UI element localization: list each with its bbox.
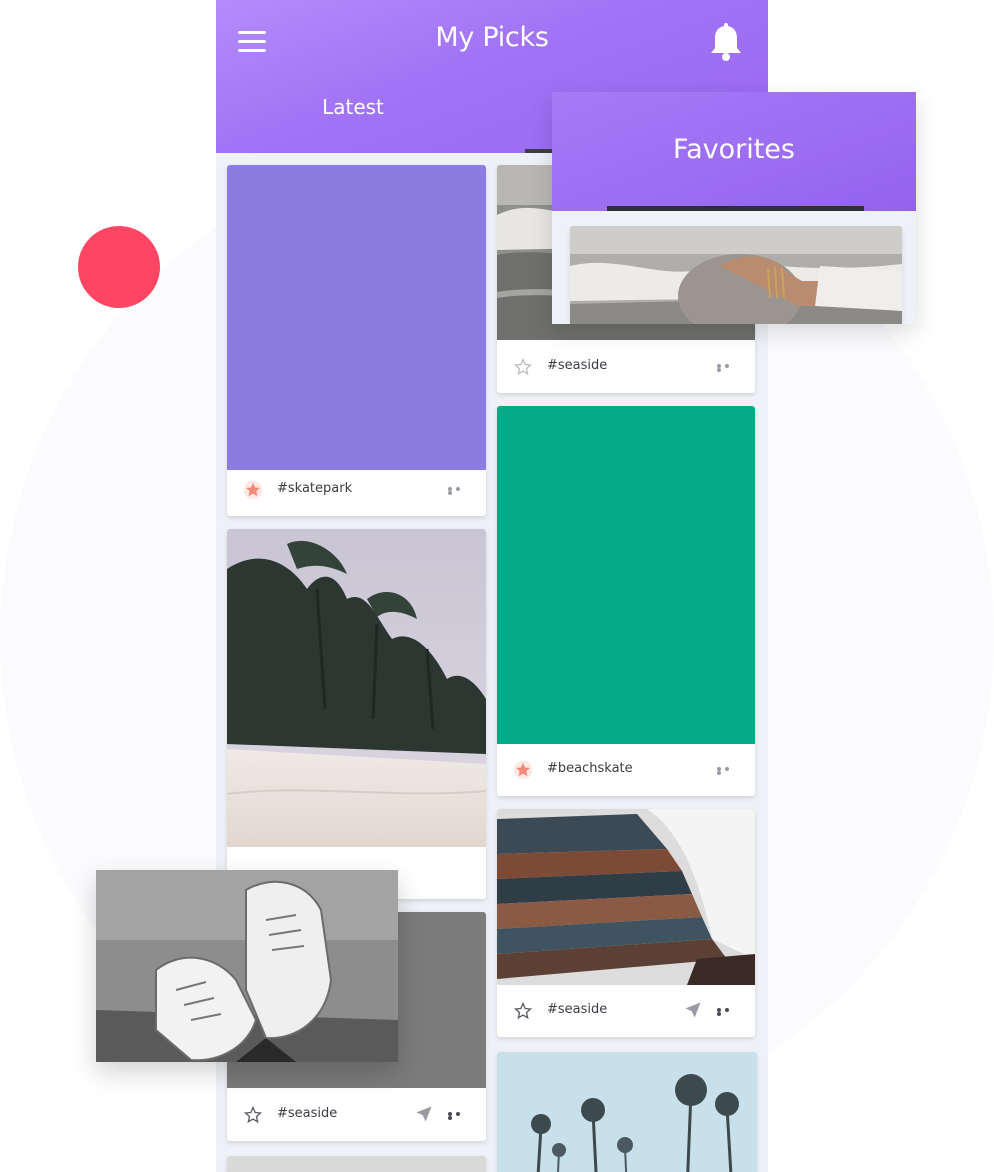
star-outline-icon[interactable] bbox=[513, 357, 533, 377]
card-palm-beach[interactable] bbox=[227, 529, 486, 899]
card-tag: #seaside bbox=[277, 1106, 338, 1121]
card-tag: #seaside bbox=[547, 1002, 608, 1017]
more-options-icon[interactable] bbox=[717, 364, 739, 372]
more-options-icon[interactable] bbox=[448, 1112, 470, 1120]
card-image bbox=[497, 406, 755, 744]
palm-beach-photo bbox=[227, 529, 486, 847]
decorative-red-dot bbox=[78, 226, 160, 308]
star-filled-icon[interactable] bbox=[243, 480, 263, 500]
bell-icon[interactable] bbox=[708, 22, 744, 62]
card-tag: #beachskate bbox=[547, 761, 633, 776]
star-outline-icon[interactable] bbox=[243, 1105, 263, 1125]
more-options-icon[interactable] bbox=[448, 487, 470, 495]
tab-latest[interactable]: Latest bbox=[308, 95, 398, 119]
more-options-icon[interactable] bbox=[717, 767, 739, 775]
page-title: My Picks bbox=[435, 22, 549, 53]
stacked-books-photo bbox=[497, 809, 755, 985]
card-tag: #skatepark bbox=[277, 481, 353, 496]
star-outline-icon[interactable] bbox=[513, 1001, 533, 1021]
tab-favorites[interactable]: Favorites bbox=[552, 134, 916, 165]
sneakers-photo bbox=[96, 870, 398, 1062]
card-footer: #skatepark bbox=[227, 464, 486, 516]
palm-trees-photo bbox=[497, 1052, 757, 1172]
star-filled-icon[interactable] bbox=[513, 760, 533, 780]
favorites-header: Favorites bbox=[552, 92, 916, 211]
tab-indicator bbox=[525, 149, 555, 153]
card-image bbox=[227, 165, 486, 470]
card-books[interactable]: #seaside bbox=[497, 809, 755, 1037]
card-footer: #seaside bbox=[227, 1089, 486, 1141]
beach-hat-photo[interactable] bbox=[570, 226, 902, 324]
card-image bbox=[227, 1156, 486, 1172]
card-footer: #seaside bbox=[497, 341, 755, 393]
card-footer: #seaside bbox=[497, 985, 755, 1037]
card-palm-trees[interactable] bbox=[497, 1052, 757, 1172]
send-icon[interactable] bbox=[414, 1104, 434, 1124]
more-options-icon[interactable] bbox=[717, 1008, 739, 1016]
card-partial[interactable] bbox=[227, 1156, 486, 1172]
send-icon[interactable] bbox=[683, 1000, 703, 1020]
card-tag: #seaside bbox=[547, 358, 608, 373]
favorites-panel: Favorites bbox=[552, 92, 916, 324]
card-beachskate[interactable]: #beachskate bbox=[497, 406, 755, 796]
card-skatepark[interactable]: #skatepark bbox=[227, 165, 486, 516]
tab-indicator bbox=[607, 206, 864, 211]
card-footer: #beachskate bbox=[497, 744, 755, 796]
